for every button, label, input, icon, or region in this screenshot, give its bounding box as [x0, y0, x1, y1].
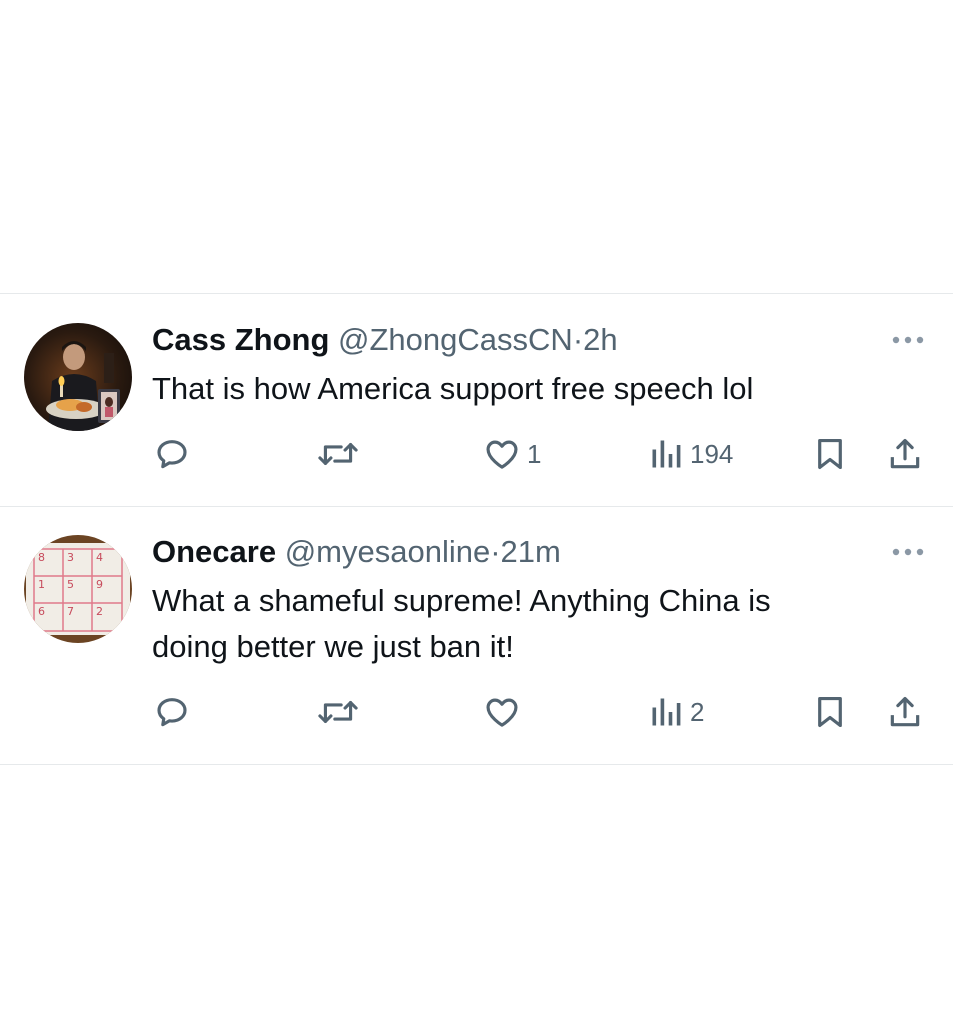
tweet-1[interactable]: Cass Zhong @ZhongCassCN·2h That is how A… [0, 294, 953, 506]
reply-icon [157, 440, 187, 469]
like-icon [486, 440, 518, 469]
timestamp[interactable]: 2h [583, 322, 617, 357]
bookmark-icon [818, 696, 842, 728]
reply-icon [157, 698, 187, 727]
views-button[interactable]: 194 [648, 434, 733, 474]
user-handle[interactable]: @myesaonline [285, 534, 491, 569]
avatar-grid-digit: 2 [96, 605, 103, 618]
display-name[interactable]: Cass Zhong [152, 322, 329, 357]
like-icon [486, 698, 518, 727]
tweet-header: Onecare @myesaonline·21m [152, 534, 561, 570]
tweet-text: That is how America support free speech … [152, 371, 754, 406]
share-button[interactable] [886, 692, 924, 732]
more-icon [892, 336, 924, 344]
bookmark-button[interactable] [811, 434, 849, 474]
views-icon [652, 698, 681, 726]
views-button[interactable]: 2 [648, 692, 704, 732]
user-handle[interactable]: @ZhongCassCN [338, 322, 573, 357]
avatar[interactable] [24, 323, 132, 431]
bookmark-icon [818, 438, 842, 470]
avatar-grid-digit: 4 [96, 551, 103, 564]
separator-dot: · [490, 534, 501, 569]
tweet-2[interactable]: 8 3 4 1 5 9 6 7 2 Onecare @myesaonline·21m What … [0, 507, 953, 764]
share-icon [890, 438, 920, 469]
avatar-grid-digit: 8 [38, 551, 45, 564]
views-icon [652, 440, 681, 468]
share-button[interactable] [886, 434, 924, 474]
more-options-button[interactable] [891, 545, 925, 557]
more-options-button[interactable] [891, 333, 925, 345]
tweet-header: Cass Zhong @ZhongCassCN·2h [152, 322, 618, 358]
view-count: 2 [690, 696, 705, 727]
repost-button[interactable] [316, 692, 366, 732]
like-count: 1 [527, 438, 542, 469]
repost-button[interactable] [316, 434, 366, 474]
display-name[interactable]: Onecare [152, 534, 276, 569]
bookmark-button[interactable] [811, 692, 849, 732]
reply-button[interactable] [153, 692, 197, 732]
avatar-grid-digit: 5 [67, 578, 74, 591]
more-icon [892, 548, 924, 556]
share-icon [890, 696, 920, 727]
like-button[interactable] [483, 692, 527, 732]
avatar-photo [24, 323, 132, 431]
avatar-grid-digit: 3 [67, 551, 74, 564]
separator-dot: · [572, 322, 584, 357]
avatar-grid-digit: 1 [38, 578, 45, 591]
tweet-text-line: doing better we just ban it! [152, 629, 514, 664]
tweet-text-line: What a shameful supreme! Anything China … [152, 583, 771, 618]
like-button[interactable]: 1 [483, 434, 541, 474]
tweet-text: What a shameful supreme! Anything China … [152, 578, 912, 670]
avatar-grid-digit: 6 [38, 605, 45, 618]
repost-icon [318, 443, 358, 465]
avatar[interactable]: 8 3 4 1 5 9 6 7 2 [24, 535, 132, 643]
avatar-grid-digit: 7 [67, 605, 74, 618]
view-count: 194 [690, 438, 734, 469]
avatar-photo: 8 3 4 1 5 9 6 7 2 [24, 535, 132, 643]
reply-button[interactable] [153, 434, 197, 474]
timestamp[interactable]: 21m [501, 534, 561, 569]
avatar-grid-digit: 9 [96, 578, 103, 591]
repost-icon [318, 701, 358, 723]
bottom-divider [0, 764, 953, 765]
